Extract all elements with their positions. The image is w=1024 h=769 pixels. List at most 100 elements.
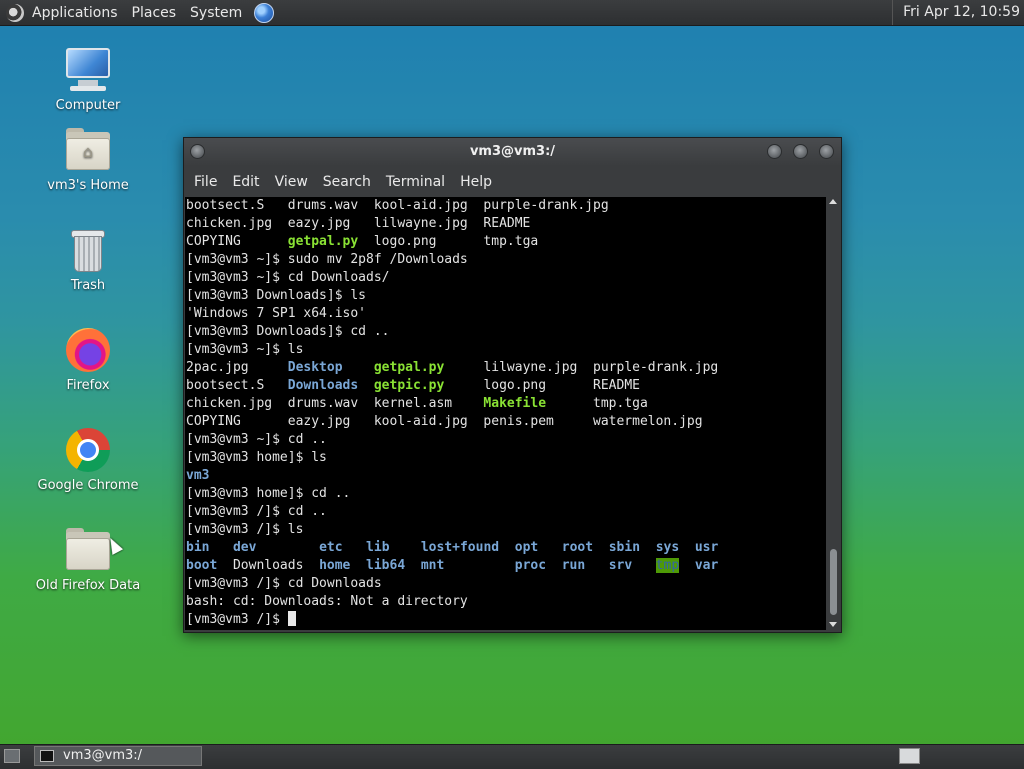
terminal-line: [vm3@vm3 Downloads]$ ls (185, 287, 826, 305)
terminal-text: tmp.tga (546, 396, 648, 411)
menu-search[interactable]: Search (323, 174, 371, 190)
terminal-text: logo.png README (444, 378, 640, 393)
terminal-text: [vm3@vm3 Downloads]$ ls (186, 288, 367, 303)
system-menu[interactable]: System (190, 5, 242, 21)
terminal-text: lib64 (366, 558, 406, 573)
terminal-line: bash: cd: Downloads: Not a directory (185, 593, 826, 611)
terminal-output[interactable]: bootsect.S drums.wav kool-aid.jpg purple… (185, 197, 826, 630)
scroll-down-arrow-icon[interactable] (829, 622, 837, 627)
menu-edit[interactable]: Edit (232, 174, 259, 190)
terminal-line: 'Windows 7 SP1 x64.iso' (185, 305, 826, 323)
applications-menu[interactable]: Applications (32, 5, 118, 21)
menu-file[interactable]: File (194, 174, 217, 190)
terminal-text: Desktop (287, 360, 343, 375)
terminal-text: Downloads (217, 558, 320, 573)
taskbar-item-terminal[interactable]: vm3@vm3:/ (34, 746, 202, 766)
terminal-line: COPYING getpal.py logo.png tmp.tga (185, 233, 826, 251)
minimize-button[interactable] (767, 144, 782, 159)
home-folder-icon: ⌂ (64, 126, 112, 174)
terminal-text: COPYING (186, 234, 288, 249)
terminal-text: bootsect.S drums.wav kool-aid.jpg purple… (186, 198, 609, 213)
terminal-text: etc (319, 540, 343, 555)
terminal-line: [vm3@vm3 ~]$ sudo mv 2p8f /Downloads (185, 251, 826, 269)
desktop-icon-label: Firefox (66, 378, 110, 393)
terminal-text: home (319, 558, 351, 573)
terminal-text: getpic.py (373, 378, 445, 393)
maximize-button[interactable] (793, 144, 808, 159)
terminal-line: [vm3@vm3 /]$ ls (185, 521, 826, 539)
terminal-text: mnt (420, 558, 445, 573)
terminal-line: [vm3@vm3 /]$ cd .. (185, 503, 826, 521)
terminal-line: [vm3@vm3 Downloads]$ cd .. (185, 323, 826, 341)
terminal-text: sys (655, 540, 680, 555)
terminal-line: [vm3@vm3 ~]$ ls (185, 341, 826, 359)
terminal-text: lib (366, 540, 390, 555)
terminal-window[interactable]: vm3@vm3:/ File Edit View Search Terminal… (183, 137, 842, 633)
terminal-text: COPYING eazy.jpg kool-aid.jpg penis.pem … (186, 414, 703, 429)
close-button[interactable] (819, 144, 834, 159)
chrome-icon (64, 426, 112, 474)
terminal-line: bin dev etc lib lost+found opt root sbin… (185, 539, 826, 557)
workspace-switcher-icon[interactable] (899, 748, 920, 764)
menu-logo-icon[interactable] (6, 3, 24, 22)
desktop-icon-computer[interactable]: Computer (33, 46, 143, 113)
show-desktop-icon[interactable] (4, 749, 20, 763)
desktop-icon-label: Google Chrome (37, 478, 139, 493)
terminal-text: lilwayne.jpg purple-drank.jpg (444, 360, 719, 375)
desktop-icon-label: vm3's Home (47, 178, 129, 193)
terminal-text: Downloads (287, 378, 359, 393)
desktop-icon-old-firefox-data[interactable]: Old Firefox Data (33, 526, 143, 593)
terminal-scrollbar[interactable] (827, 197, 840, 630)
terminal-line: COPYING eazy.jpg kool-aid.jpg penis.pem … (185, 413, 826, 431)
desktop-icon-trash[interactable]: Trash (33, 226, 143, 293)
desktop-icon-chrome[interactable]: Google Chrome (33, 426, 143, 493)
terminal-text: [vm3@vm3 /]$ (186, 612, 288, 627)
terminal-text: root (561, 540, 594, 555)
terminal-text: var (694, 558, 719, 573)
terminal-text: 2pac.jpg (186, 360, 288, 375)
terminal-text: getpal.py (287, 234, 359, 249)
terminal-text: [vm3@vm3 Downloads]$ cd .. (186, 324, 390, 339)
terminal-text: [vm3@vm3 home]$ cd .. (186, 486, 351, 501)
terminal-text: 'Windows 7 SP1 x64.iso' (186, 306, 367, 321)
menu-view[interactable]: View (275, 174, 308, 190)
terminal-text: [vm3@vm3 ~]$ ls (186, 342, 304, 357)
menu-help[interactable]: Help (460, 174, 492, 190)
terminal-text: bootsect.S (186, 378, 288, 393)
scroll-up-arrow-icon[interactable] (829, 199, 837, 204)
desktop-icon-home[interactable]: ⌂ vm3's Home (33, 126, 143, 193)
places-menu[interactable]: Places (132, 5, 177, 21)
terminal-line: 2pac.jpg Desktop getpal.py lilwayne.jpg … (185, 359, 826, 377)
trash-icon (64, 226, 112, 274)
terminal-text: vm3 (186, 468, 210, 483)
terminal-text: sbin (608, 540, 641, 555)
terminal-text: boot (186, 558, 218, 573)
window-titlebar[interactable]: vm3@vm3:/ (184, 138, 841, 166)
terminal-line: [vm3@vm3 home]$ cd .. (185, 485, 826, 503)
menu-terminal[interactable]: Terminal (386, 174, 445, 190)
clock[interactable]: Fri Apr 12, 10:59 (892, 0, 1020, 25)
globe-icon[interactable] (254, 2, 275, 23)
terminal-line: [vm3@vm3 ~]$ cd Downloads/ (185, 269, 826, 287)
terminal-menubar: File Edit View Search Terminal Help (184, 168, 841, 196)
terminal-text: [vm3@vm3 /]$ cd .. (186, 504, 327, 519)
terminal-text: [vm3@vm3 ~]$ cd Downloads/ (186, 270, 390, 285)
desktop-icon-label: Trash (70, 278, 106, 293)
taskbar-item-label: vm3@vm3:/ (63, 748, 143, 763)
terminal-text: getpal.py (373, 360, 445, 375)
terminal-text: [vm3@vm3 /]$ ls (186, 522, 304, 537)
terminal-text: logo.png tmp.tga (358, 234, 539, 249)
terminal-text: run (561, 558, 586, 573)
desktop-icon-firefox[interactable]: Firefox (33, 326, 143, 393)
scrollbar-thumb[interactable] (830, 549, 837, 615)
terminal-text: lost+found (420, 540, 500, 555)
